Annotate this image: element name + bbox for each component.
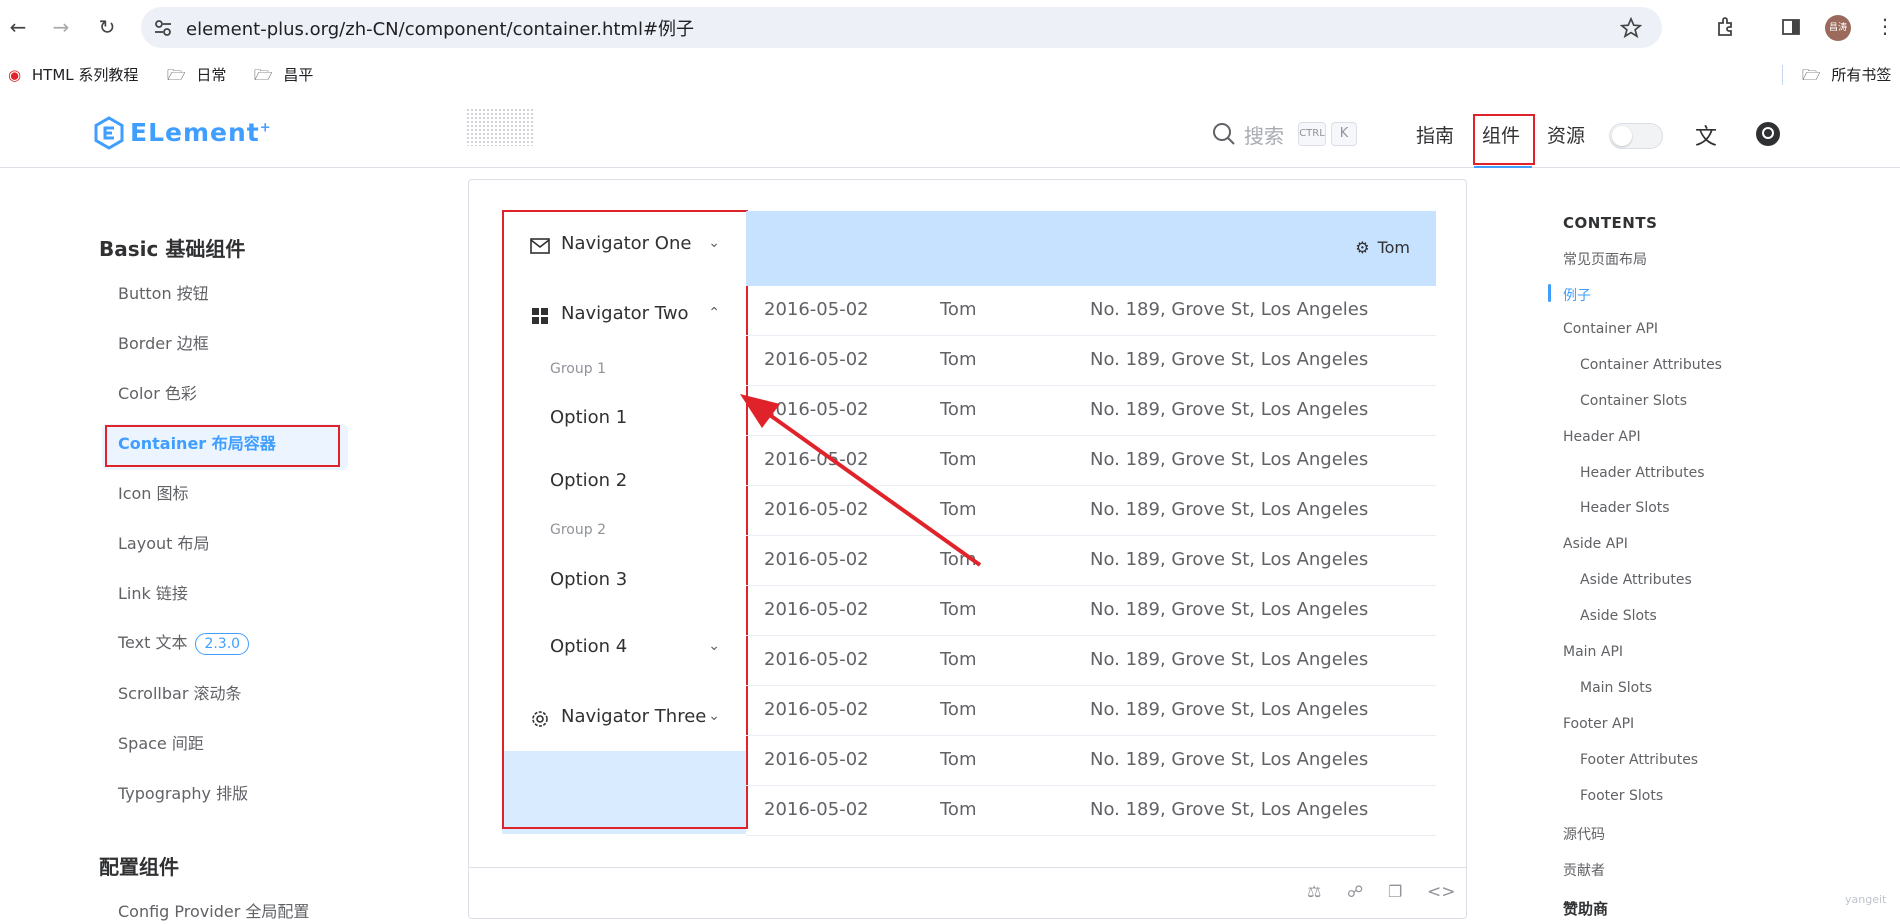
search-label[interactable]: 搜索 [1244,120,1284,149]
sidebar-item-space[interactable]: Space 间距 [118,732,204,756]
toc-item[interactable]: Aside API [1563,536,1628,552]
header-user[interactable]: ⚙ Tom [1355,238,1410,257]
folder-icon: 🗁 [167,66,186,84]
sidebar-item-color[interactable]: Color 色彩 [118,382,197,406]
extensions-icon[interactable] [1715,15,1739,39]
toc-item[interactable]: Main API [1563,644,1623,660]
bookmark-folder-changping[interactable]: 🗁 昌平 [254,64,313,86]
annotation-box-nav [1473,114,1535,165]
translate-icon[interactable]: 文 [1695,119,1717,151]
bookmark-logo-icon: ◉ [8,66,22,84]
toc-item[interactable]: 源代码 [1563,824,1605,844]
toc-item[interactable]: 常见页面布局 [1563,249,1647,269]
toc-item[interactable]: Container Slots [1580,393,1687,409]
toc-sponsors[interactable]: 赞助商 [1563,898,1608,919]
toc-item[interactable]: Header Attributes [1580,465,1705,481]
github-edit-icon[interactable]: ☍ [1347,882,1363,901]
annotation-box-sidebar [105,425,340,467]
table-row: 2016-05-02 Tom No. 189, Grove St, Los An… [746,786,1436,836]
sidebar-item-text[interactable]: Text 文本 2.3.0 [118,631,250,655]
demo-header: ⚙ Tom [746,211,1436,286]
all-bookmarks[interactable]: 🗁 所有书签 [1802,64,1891,86]
toc-title: CONTENTS [1563,214,1658,232]
avatar[interactable]: 昌涛 [1825,15,1851,41]
table-row: 2016-05-02 Tom No. 189, Grove St, Los An… [746,286,1436,336]
bookmarks-divider [1782,65,1783,85]
site-settings-icon[interactable] [153,18,173,38]
browser-menu-icon[interactable]: ⋮ [1875,14,1895,38]
bookmark-folder-daily[interactable]: 🗁 日常 [167,64,226,86]
kbd-ctrl: CTRL [1298,122,1326,146]
element-logo-icon[interactable] [94,116,124,150]
toc-item[interactable]: Footer Slots [1580,788,1663,804]
github-icon[interactable] [1755,121,1781,147]
sidebar-item-icon[interactable]: Icon 图标 [118,482,189,506]
table-row: 2016-05-02 Tom No. 189, Grove St, Los An… [746,586,1436,636]
kbd-k: K [1331,122,1357,146]
demo-toolbar-divider [468,867,1467,868]
code-icon[interactable]: <> [1427,882,1456,902]
sidebar-item-button[interactable]: Button 按钮 [118,282,209,306]
sidebar-item-border[interactable]: Border 边框 [118,332,209,356]
folder-icon: 🗁 [254,66,273,84]
back-icon[interactable]: ← [5,14,31,40]
sidebar-item-scrollbar[interactable]: Scrollbar 滚动条 [118,682,242,706]
table-row: 2016-05-02 Tom No. 189, Grove St, Los An… [746,736,1436,786]
playground-icon[interactable]: ⚖ [1307,882,1321,901]
toc-item[interactable]: Header Slots [1580,500,1670,516]
site-logo[interactable]: ELement+ [130,118,272,147]
toc-item[interactable]: Container Attributes [1580,357,1722,373]
search-icon[interactable] [1212,122,1236,146]
copy-icon[interactable]: ❐ [1388,882,1402,901]
nav-guide[interactable]: 指南 [1416,121,1454,148]
annotation-box-aside [502,210,748,829]
toc-item[interactable]: Footer API [1563,716,1634,732]
sidepanel-icon[interactable] [1781,17,1801,37]
annotation-arrow [740,394,982,567]
table-row: 2016-05-02 Tom No. 189, Grove St, Los An… [746,686,1436,736]
sidebar-item-config-provider[interactable]: Config Provider 全局配置 [118,900,309,924]
theme-toggle[interactable] [1609,123,1663,149]
sidebar-group-basic: Basic 基础组件 [99,237,246,261]
bookmark-html[interactable]: ◉ HTML 系列教程 [8,64,138,86]
nav-resources[interactable]: 资源 [1547,121,1585,148]
toc-item[interactable]: Header API [1563,429,1641,445]
table-row: 2016-05-02 Tom No. 189, Grove St, Los An… [746,336,1436,386]
nav-active-underline [1474,166,1532,168]
toc-active-marker [1548,284,1551,302]
forward-icon[interactable]: → [48,14,74,40]
toc-item[interactable]: Container API [1563,321,1658,337]
sidebar-item-link[interactable]: Link 链接 [118,582,188,606]
toc-item[interactable]: Aside Slots [1580,608,1657,624]
reload-icon[interactable]: ↻ [94,14,120,40]
toc-item[interactable]: Aside Attributes [1580,572,1692,588]
toc-item[interactable]: Footer Attributes [1580,752,1698,768]
folder-icon: 🗁 [1802,66,1821,84]
table-row: 2016-05-02 Tom No. 189, Grove St, Los An… [746,636,1436,686]
dot-pattern-decoration [466,108,534,146]
version-tag: 2.3.0 [195,633,250,655]
url-text: element-plus.org/zh-CN/component/contain… [186,19,695,40]
watermark: yangeit [1845,893,1887,906]
sidebar-item-layout[interactable]: Layout 布局 [118,532,209,556]
star-icon[interactable] [1620,17,1642,39]
toc-item-active[interactable]: 例子 [1563,285,1591,305]
toc-item[interactable]: Main Slots [1580,680,1652,696]
sidebar-group-config: 配置组件 [99,855,179,879]
sidebar-item-typography[interactable]: Typography 排版 [118,782,248,806]
toc-item[interactable]: 贡献者 [1563,860,1605,880]
sun-icon [1612,126,1632,146]
setting-icon[interactable]: ⚙ [1355,238,1369,257]
